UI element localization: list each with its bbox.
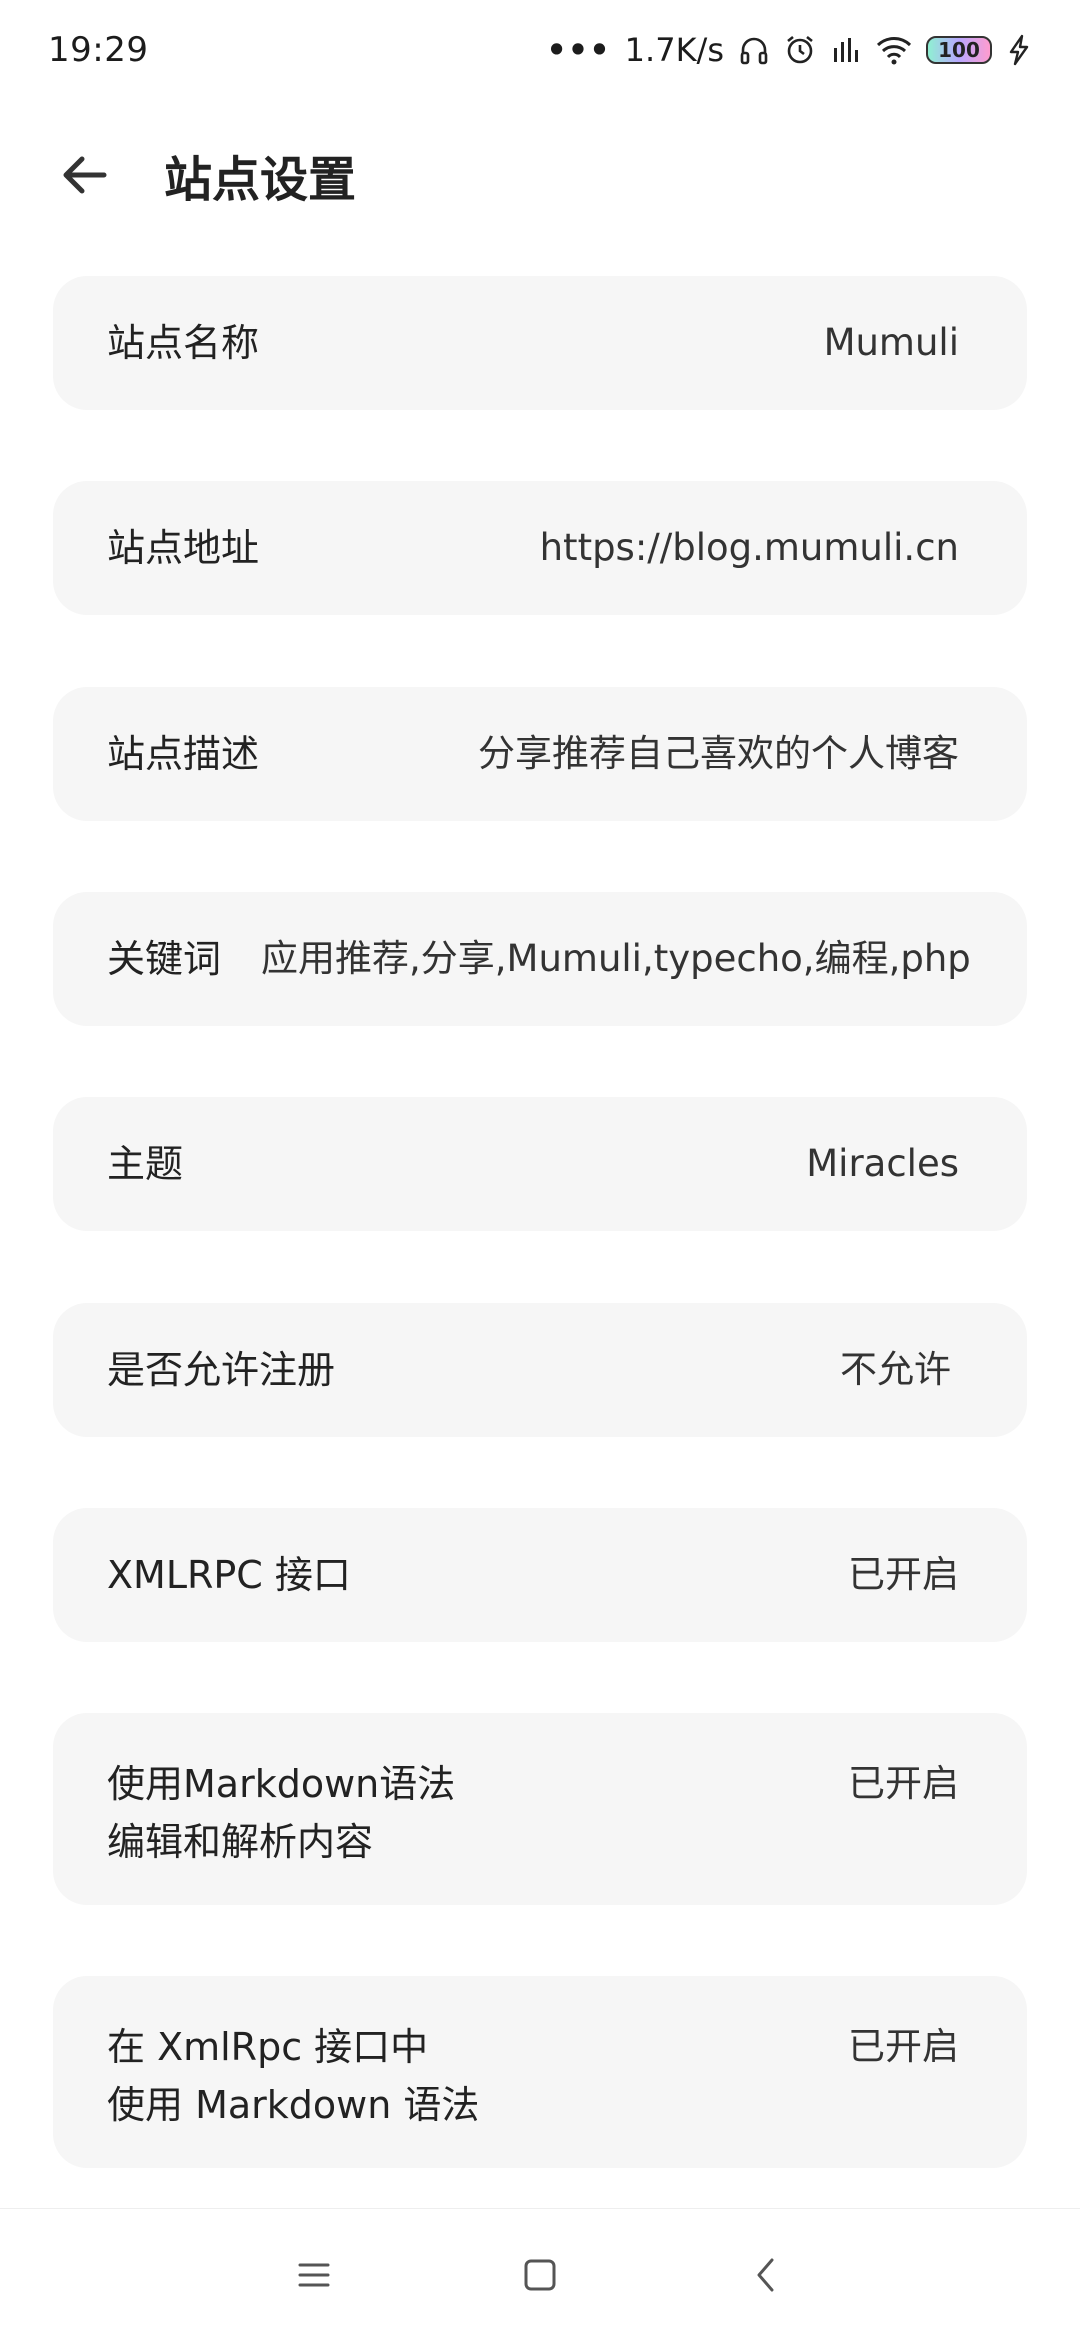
setting-label: XMLRPC 接口 bbox=[107, 1553, 351, 1597]
nav-back-button[interactable] bbox=[653, 2225, 879, 2325]
setting-allow-register[interactable]: 是否允许注册 不允许 bbox=[53, 1303, 1027, 1437]
setting-label: 站点名称 bbox=[107, 321, 260, 365]
wifi-icon bbox=[876, 34, 912, 66]
headphones-icon bbox=[738, 34, 770, 66]
signal-icon bbox=[830, 34, 862, 66]
setting-value: 已开启 bbox=[848, 1762, 959, 1805]
setting-label: 站点描述 bbox=[107, 732, 260, 776]
setting-value: https://blog.mumuli.cn bbox=[539, 526, 959, 569]
nav-home-button[interactable] bbox=[427, 2225, 653, 2325]
alarm-icon bbox=[784, 34, 816, 66]
setting-value: 应用推荐,分享,Mumuli,typecho,编程,php bbox=[261, 937, 971, 980]
setting-label: 关键词 bbox=[107, 937, 222, 981]
arrow-left-icon bbox=[63, 156, 107, 194]
setting-theme[interactable]: 主题 Miracles bbox=[53, 1097, 1027, 1231]
setting-value: 已开启 bbox=[848, 2025, 959, 2068]
setting-label: 站点地址 bbox=[107, 526, 260, 570]
setting-xmlrpc-markdown[interactable]: 在 XmlRpc 接口中 使用 Markdown 语法 已开启 bbox=[53, 1976, 1027, 2168]
setting-label: 使用Markdown语法 编辑和解析内容 bbox=[107, 1762, 456, 1864]
status-time: 19:29 bbox=[48, 30, 149, 70]
menu-icon bbox=[298, 2263, 330, 2287]
more-dots-icon: ••• bbox=[546, 31, 611, 69]
setting-value: Miracles bbox=[806, 1142, 959, 1185]
setting-value: Mumuli bbox=[823, 321, 959, 364]
setting-label: 在 XmlRpc 接口中 使用 Markdown 语法 bbox=[107, 2025, 480, 2127]
page-title: 站点设置 bbox=[164, 152, 357, 208]
setting-site-name[interactable]: 站点名称 Mumuli bbox=[53, 276, 1027, 410]
setting-label: 是否允许注册 bbox=[107, 1348, 336, 1392]
setting-markdown[interactable]: 使用Markdown语法 编辑和解析内容 已开启 bbox=[53, 1713, 1027, 1905]
setting-keywords[interactable]: 关键词 应用推荐,分享,Mumuli,typecho,编程,php bbox=[53, 892, 1027, 1026]
home-square-icon bbox=[524, 2259, 556, 2291]
navigation-bar bbox=[0, 2208, 1080, 2341]
battery-icon: 100 bbox=[926, 36, 992, 64]
setting-site-description[interactable]: 站点描述 分享推荐自己喜欢的个人博客 bbox=[53, 687, 1027, 821]
back-chevron-icon bbox=[757, 2258, 774, 2292]
setting-value: 已开启 bbox=[848, 1553, 959, 1596]
setting-label: 主题 bbox=[107, 1142, 184, 1186]
status-bar: 19:29 ••• 1.7K/s 100 bbox=[0, 0, 1080, 100]
setting-site-url[interactable]: 站点地址 https://blog.mumuli.cn bbox=[53, 481, 1027, 615]
setting-value: 分享推荐自己喜欢的个人博客 bbox=[478, 732, 959, 775]
network-speed: 1.7K/s bbox=[624, 31, 724, 69]
status-icons: ••• 1.7K/s 100 bbox=[546, 31, 1032, 69]
setting-xmlrpc[interactable]: XMLRPC 接口 已开启 bbox=[53, 1508, 1027, 1642]
charging-icon bbox=[1006, 34, 1032, 66]
app-bar: 站点设置 bbox=[0, 100, 1080, 250]
back-button[interactable] bbox=[48, 139, 120, 211]
setting-value: 不允许 bbox=[840, 1348, 951, 1391]
nav-menu-button[interactable] bbox=[201, 2225, 427, 2325]
